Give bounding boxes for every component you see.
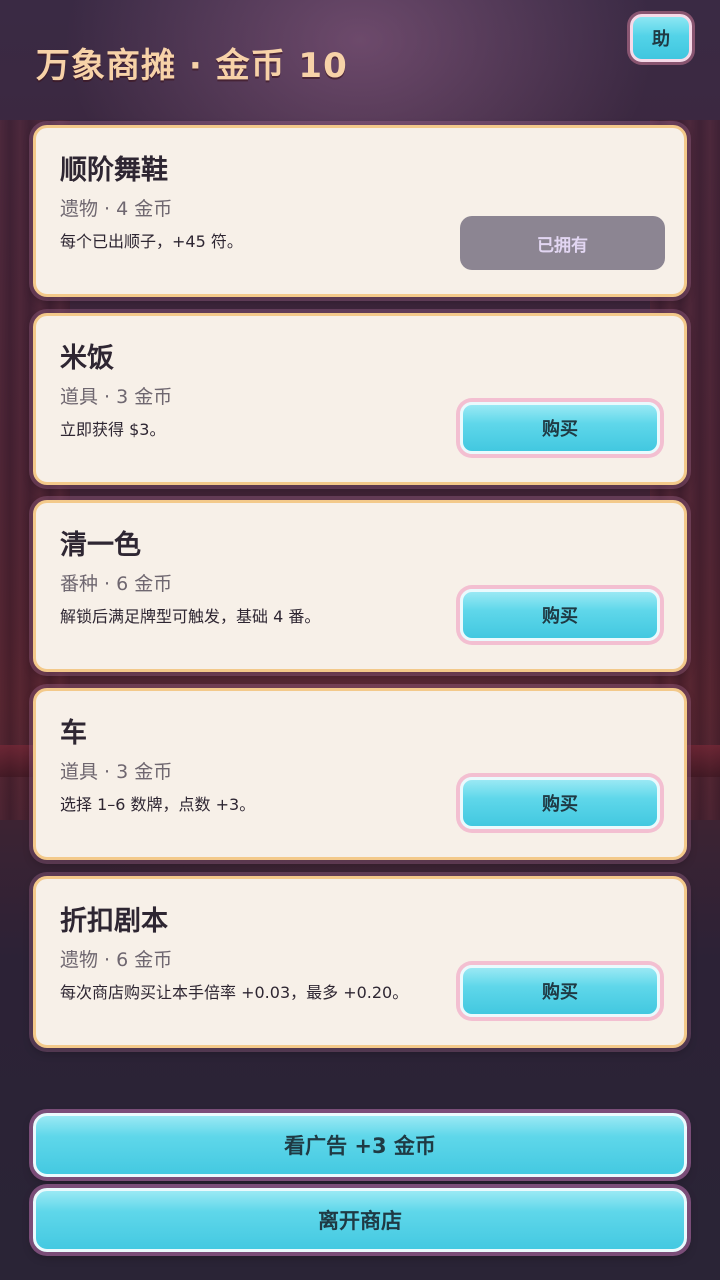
buy-button[interactable]: 购买 — [460, 777, 660, 829]
item-description: 选择 1–6 数牌，点数 +3。 — [60, 795, 256, 814]
buy-button[interactable]: 购买 — [460, 589, 660, 641]
item-meta: 道具 · 3 金币 — [60, 761, 173, 783]
buy-button[interactable]: 购买 — [460, 402, 660, 454]
watch-ad-button[interactable]: 看广告 +3 金币 — [33, 1113, 687, 1177]
item-name: 清一色 — [60, 530, 141, 561]
help-button[interactable]: 助 — [630, 14, 692, 62]
shop-item-card: 米饭 道具 · 3 金币 立即获得 $3。 购买 — [33, 313, 687, 485]
item-name: 米饭 — [60, 343, 114, 374]
shop-item-card: 折扣剧本 遗物 · 6 金币 每次商店购买让本手倍率 +0.03，最多 +0.2… — [33, 876, 687, 1048]
item-name: 顺阶舞鞋 — [60, 155, 168, 186]
owned-button: 已拥有 — [460, 216, 665, 270]
shop-item-card: 清一色 番种 · 6 金币 解锁后满足牌型可触发，基础 4 番。 购买 — [33, 500, 687, 672]
shop-title: 万象商摊 · 金币 10 — [36, 46, 348, 86]
item-meta: 遗物 · 4 金币 — [60, 198, 173, 220]
leave-shop-button[interactable]: 离开商店 — [33, 1188, 687, 1252]
item-description: 解锁后满足牌型可触发，基础 4 番。 — [60, 607, 321, 626]
item-description: 每个已出顺子，+45 符。 — [60, 232, 243, 251]
item-description: 立即获得 $3。 — [60, 420, 166, 439]
item-name: 车 — [60, 718, 87, 749]
item-meta: 遗物 · 6 金币 — [60, 949, 173, 971]
item-description: 每次商店购买让本手倍率 +0.03，最多 +0.20。 — [60, 983, 409, 1002]
item-name: 折扣剧本 — [60, 906, 168, 937]
item-meta: 道具 · 3 金币 — [60, 386, 173, 408]
buy-button[interactable]: 购买 — [460, 965, 660, 1017]
item-meta: 番种 · 6 金币 — [60, 573, 173, 595]
shop-item-card: 顺阶舞鞋 遗物 · 4 金币 每个已出顺子，+45 符。 已拥有 — [33, 125, 687, 297]
shop-item-card: 车 道具 · 3 金币 选择 1–6 数牌，点数 +3。 购买 — [33, 688, 687, 860]
